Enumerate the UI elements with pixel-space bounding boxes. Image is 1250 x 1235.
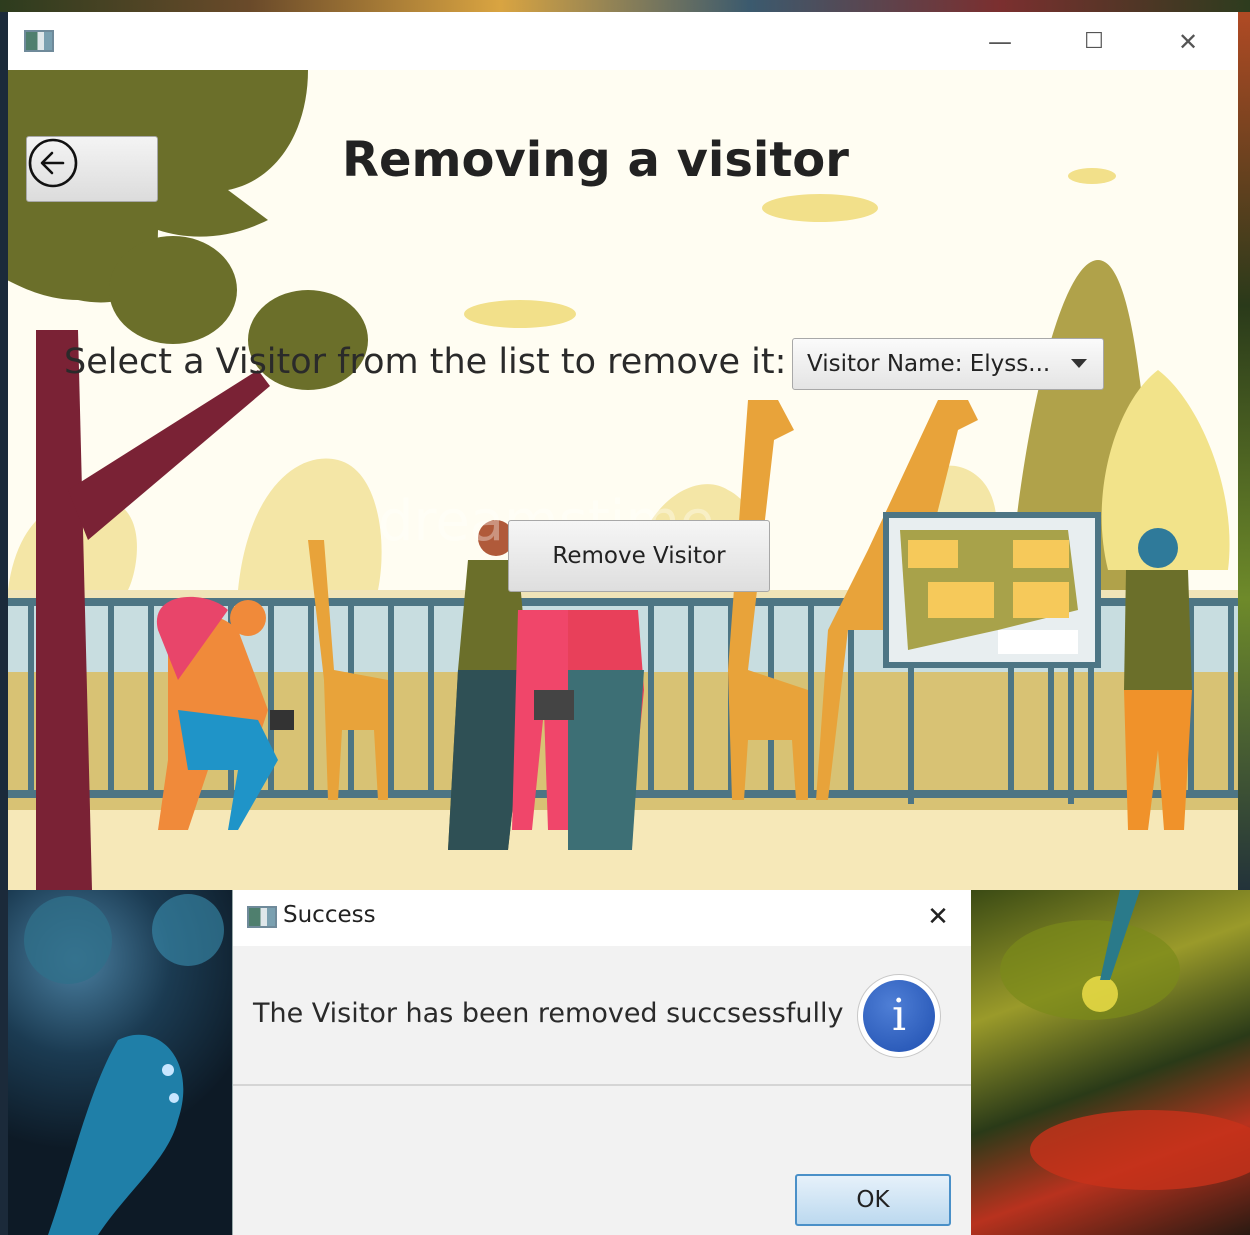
- info-icon-glyph: i: [863, 980, 935, 1052]
- back-arrow-circle-icon: [28, 138, 78, 188]
- visitor-select-dropdown[interactable]: Visitor Name: Elyss...: [792, 338, 1104, 390]
- dialog-close-button[interactable]: ✕: [921, 900, 955, 934]
- close-button[interactable]: ✕: [1166, 22, 1210, 62]
- success-dialog: Success ✕ The Visitor has been removed s…: [232, 890, 971, 1235]
- zoo-illustration: dreamstime: [8, 70, 1238, 890]
- minimize-button[interactable]: —: [978, 22, 1022, 62]
- page-title: Removing a visitor: [342, 132, 849, 188]
- window-titlebar: — ☐ ✕: [8, 12, 1238, 70]
- desktop-wallpaper-right: [970, 890, 1250, 1235]
- maximize-button[interactable]: ☐: [1072, 22, 1116, 62]
- back-button[interactable]: [26, 136, 158, 202]
- desktop-wallpaper-left: [8, 890, 232, 1235]
- ok-button[interactable]: OK: [795, 1174, 951, 1226]
- desktop-background-strip: [0, 0, 1250, 12]
- visitor-select-value: Visitor Name: Elyss...: [807, 351, 1051, 377]
- dialog-title: Success: [283, 902, 376, 928]
- remove-visitor-button[interactable]: Remove Visitor: [508, 520, 770, 592]
- wallpaper-art-right: [1000, 890, 1250, 1190]
- app-window-icon: [24, 30, 54, 52]
- dialog-app-icon: [247, 906, 277, 928]
- main-window: — ☐ ✕ Removing a visitor Select a Visito…: [8, 12, 1238, 890]
- select-visitor-label: Select a Visitor from the list to remove…: [64, 342, 787, 382]
- wallpaper-art-left: [24, 894, 224, 1235]
- info-icon: i: [857, 974, 941, 1058]
- dialog-message: The Visitor has been removed succsessful…: [253, 998, 844, 1029]
- dialog-titlebar: Success ✕: [233, 890, 971, 946]
- zoo-background-illustration: dreamstime Removing a visitor Select a V…: [8, 70, 1238, 890]
- dialog-separator: [233, 1084, 971, 1086]
- desktop-background-right: [1238, 12, 1250, 892]
- chevron-down-icon: [1071, 359, 1087, 368]
